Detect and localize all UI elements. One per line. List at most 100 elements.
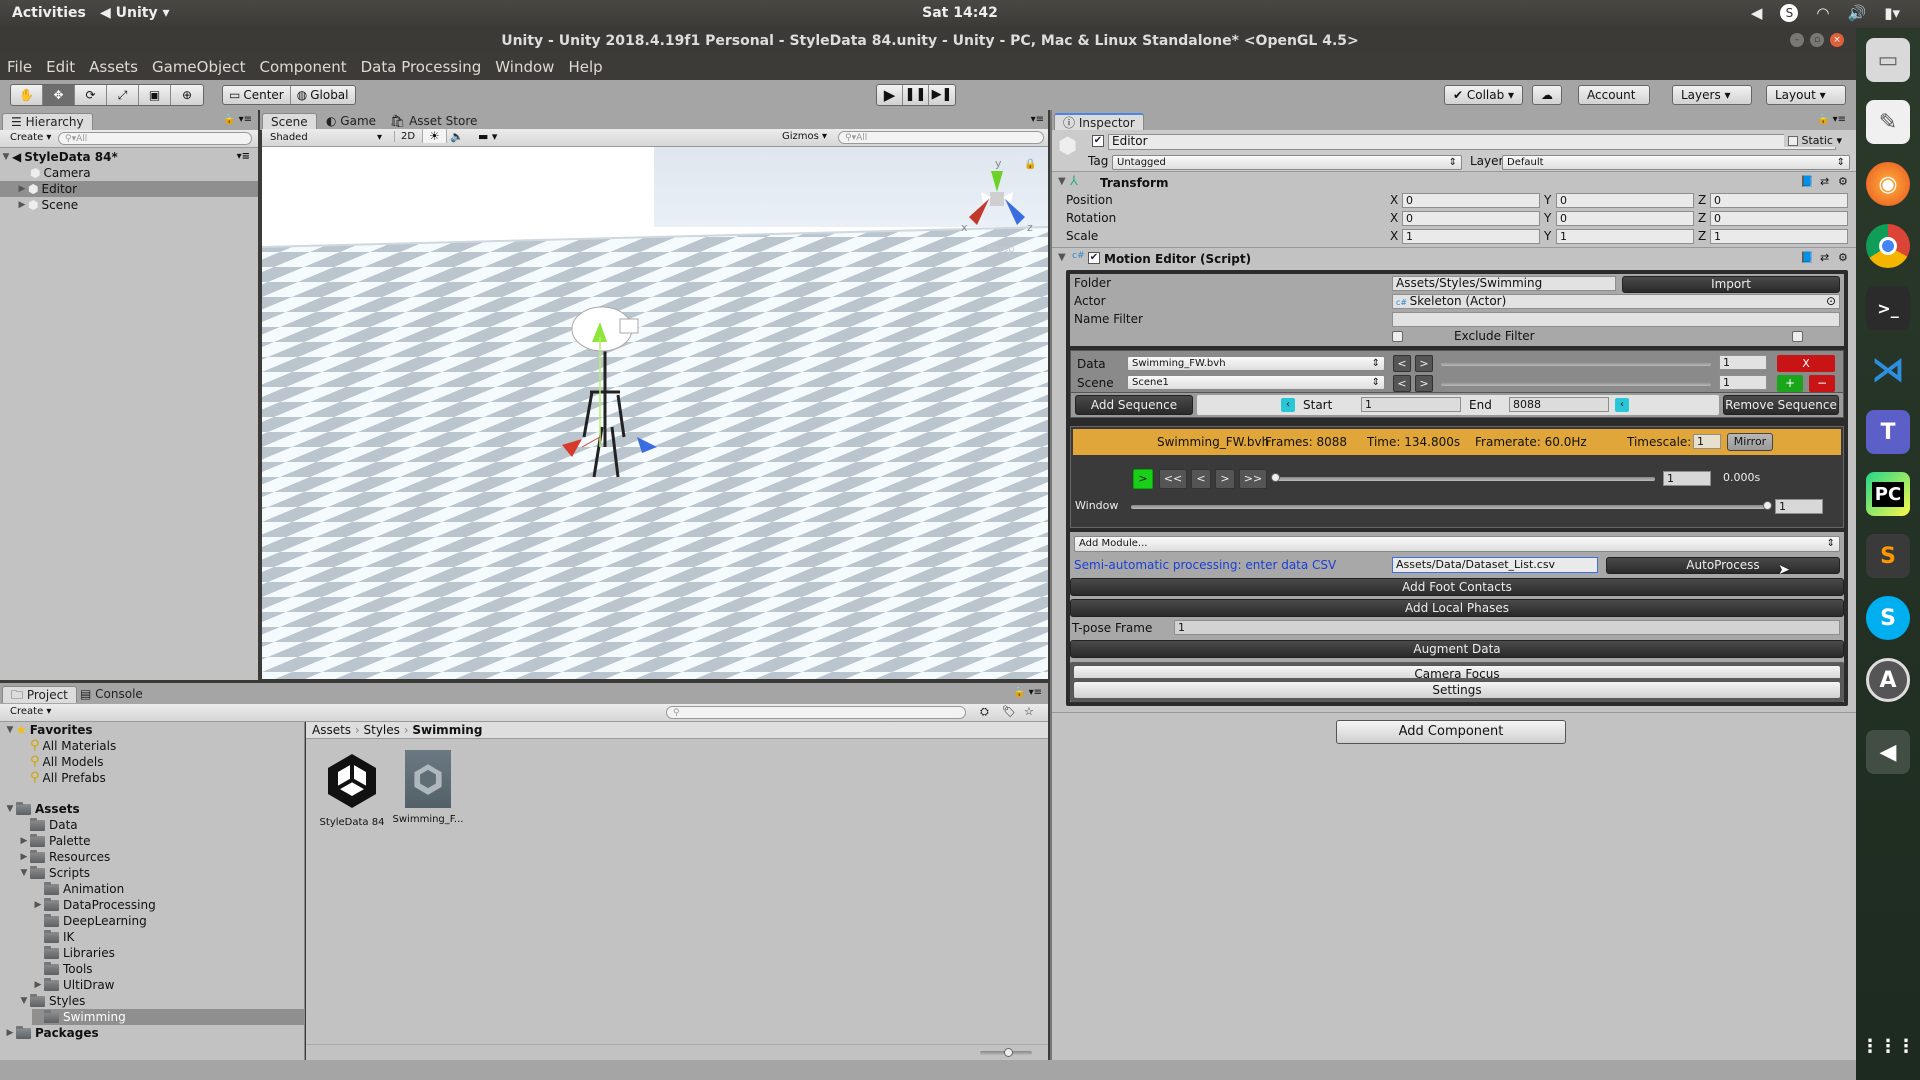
transform-tool-icon[interactable]: ⊕	[171, 85, 203, 105]
scene-next-button[interactable]: >	[1415, 375, 1433, 392]
project-folder-item[interactable]: ▶ UltiDraw	[32, 977, 115, 993]
expand-triangle-icon[interactable]: ▼	[18, 993, 30, 1009]
component-settings-icon[interactable]: ⚙	[1838, 175, 1848, 188]
export-filter-checkbox[interactable]	[1392, 331, 1403, 342]
menu-gameobject[interactable]: GameObject	[152, 58, 246, 76]
filter-by-label-icon[interactable]: 🏷	[1002, 705, 1016, 718]
unity-hub-tray-icon[interactable]: ◀	[1751, 4, 1763, 22]
transform-y-input[interactable]: 0	[1556, 211, 1694, 226]
app-grid-icon[interactable]: ⋮⋮⋮	[1861, 1024, 1915, 1068]
collab-button[interactable]: ✔ Collab ▾	[1444, 85, 1524, 105]
project-folder-item[interactable]: ▶ DataProcessing	[32, 897, 156, 913]
transform-z-input[interactable]: 0	[1710, 193, 1848, 208]
vscode-icon[interactable]: ⋊	[1866, 348, 1910, 392]
menu-file[interactable]: File	[7, 58, 32, 76]
static-toggle[interactable]: Static ▾	[1784, 134, 1846, 147]
add-foot-contacts-button[interactable]: Add Foot Contacts	[1070, 578, 1844, 596]
add-local-phases-button[interactable]: Add Local Phases	[1070, 599, 1844, 617]
tab-scene[interactable]: Scene	[262, 113, 317, 130]
system-tray[interactable]: ◀ S ◠ 🔊 ▮▾	[1751, 4, 1900, 22]
expand-triangle-icon[interactable]: ▶	[18, 849, 30, 865]
project-folder-item[interactable]: Libraries	[32, 945, 115, 961]
add-sequence-button[interactable]: Add Sequence	[1075, 395, 1193, 415]
play-button[interactable]: ▶	[877, 85, 903, 105]
layers-dropdown[interactable]: Layers ▾	[1672, 85, 1752, 105]
panel-menu-icon[interactable]: ▾≡	[1031, 114, 1044, 125]
sublime-icon[interactable]: S	[1866, 534, 1910, 578]
panel-menu-icon[interactable]: 🔒 ▾≡	[223, 114, 252, 125]
import-button[interactable]: Import	[1622, 276, 1840, 293]
timescale-input[interactable]: 1	[1693, 434, 1721, 449]
hierarchy-item[interactable]: ▶ ⬢ Scene	[0, 197, 258, 213]
foldout-triangle-icon[interactable]: ▼	[1058, 252, 1066, 263]
object-name-input[interactable]: Editor	[1108, 134, 1836, 150]
window-slider-knob[interactable]	[1763, 501, 1772, 510]
project-folder-item[interactable]: IK	[32, 929, 74, 945]
motion-editor-header[interactable]: ▼ c# ✔ Motion Editor (Script) 📘 ⇄ ⚙	[1052, 250, 1856, 268]
favorite-star-icon[interactable]: ☆	[1024, 705, 1034, 718]
active-checkbox[interactable]: ✔	[1092, 135, 1104, 147]
data-file-dropdown[interactable]: Swimming_FW.bvh ⇕	[1127, 356, 1385, 371]
window-slider[interactable]	[1131, 505, 1767, 509]
rotate-tool-icon[interactable]: ⟳	[75, 85, 107, 105]
expand-triangle-icon[interactable]: ▶	[32, 977, 44, 993]
scale-tool-icon[interactable]: ⤢	[107, 85, 139, 105]
scene-search-input[interactable]: ⚲▾All	[838, 131, 1044, 144]
transform-x-input[interactable]: 0	[1402, 193, 1540, 208]
layout-dropdown[interactable]: Layout ▾	[1766, 85, 1846, 105]
shading-dropdown[interactable]: Shaded ▾	[266, 131, 386, 144]
transform-x-input[interactable]: 0	[1402, 211, 1540, 226]
menu-window[interactable]: Window	[495, 58, 554, 76]
close-button[interactable]: ×	[1830, 33, 1844, 47]
project-folder-item[interactable]: Tools	[32, 961, 93, 977]
panel-menu-icon[interactable]: 🔒 ▾≡	[1013, 687, 1042, 698]
asset-file[interactable]: Swimming_F...	[392, 750, 464, 825]
asset-file[interactable]: StyleData 84	[316, 750, 388, 828]
play-motion-button[interactable]: >	[1133, 469, 1153, 489]
scene-root[interactable]: ▼ ◀ StyleData 84* ▾≡	[0, 149, 258, 165]
text-editor-icon[interactable]: ✎	[1866, 100, 1910, 144]
folder-input[interactable]: Assets/Styles/Swimming	[1392, 276, 1616, 291]
terminal-icon[interactable]: >_	[1866, 286, 1910, 330]
project-folder-item[interactable]: Data	[18, 817, 78, 833]
favorite-item[interactable]: ⚲ All Materials	[30, 738, 116, 754]
tpose-frame-input[interactable]: 1	[1174, 620, 1840, 635]
scene-slider[interactable]	[1441, 382, 1711, 386]
project-create-button[interactable]: Create ▾	[10, 706, 51, 717]
autoprocess-button[interactable]: AutoProcess	[1606, 557, 1840, 574]
mirror-button[interactable]: Mirror	[1727, 433, 1773, 451]
menu-assets[interactable]: Assets	[89, 58, 138, 76]
cloud-button[interactable]: ☁	[1532, 85, 1562, 105]
menu-data-processing[interactable]: Data Processing	[361, 58, 482, 76]
data-slider[interactable]	[1441, 362, 1711, 366]
component-settings-icon[interactable]: ⚙	[1838, 251, 1848, 264]
project-folder-item[interactable]: ▼ Styles	[18, 993, 85, 1009]
scene-viewport[interactable]: y x z Persp 🔒	[262, 147, 1048, 679]
scene-prev-button[interactable]: <	[1393, 375, 1411, 392]
expand-triangle-icon[interactable]: ▼	[0, 149, 12, 165]
project-folder-item[interactable]: ▶ Palette	[18, 833, 91, 849]
expand-triangle-icon[interactable]: ▼	[18, 865, 30, 881]
menu-component[interactable]: Component	[260, 58, 347, 76]
augment-data-button[interactable]: Augment Data	[1070, 640, 1844, 658]
expand-triangle-icon[interactable]: ▶	[4, 1025, 16, 1041]
skype-icon[interactable]: S	[1866, 596, 1910, 640]
project-folder-item[interactable]: Animation	[32, 881, 124, 897]
packages-header[interactable]: ▶ Packages	[4, 1025, 99, 1041]
panel-menu-icon[interactable]: 🔒 ▾≡	[1817, 114, 1846, 125]
2d-toggle[interactable]: 2D	[394, 131, 421, 142]
expand-triangle-icon[interactable]: ▶	[16, 197, 28, 213]
lighting-toggle-icon[interactable]: ☀	[422, 129, 447, 143]
step-button[interactable]: ▶❚	[929, 85, 955, 105]
project-search-input[interactable]: ⚲	[666, 706, 966, 719]
hand-tool-icon[interactable]: ✋	[11, 85, 43, 105]
breadcrumb-styles[interactable]: Styles	[364, 723, 400, 737]
scene-options-icon[interactable]: ▾≡	[237, 149, 250, 165]
prev-frame-button[interactable]: <	[1191, 469, 1211, 489]
add-scene-button[interactable]: +	[1777, 375, 1803, 392]
remove-data-button[interactable]: X	[1777, 355, 1835, 372]
frame-slider[interactable]	[1275, 477, 1655, 481]
wifi-icon[interactable]: ◠	[1816, 4, 1829, 22]
data-next-button[interactable]: >	[1415, 355, 1433, 372]
menu-edit[interactable]: Edit	[46, 58, 75, 76]
